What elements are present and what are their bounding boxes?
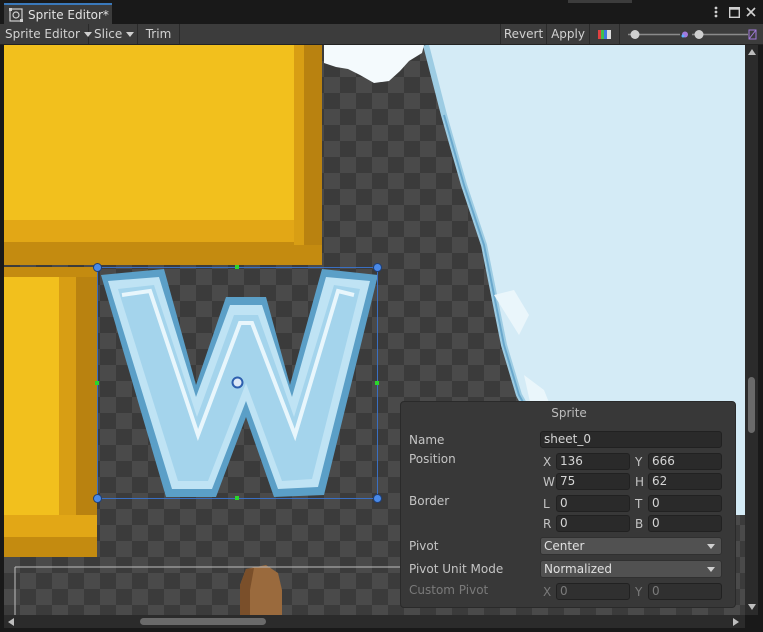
sprite-editor-icon	[9, 7, 23, 22]
slice-dropdown[interactable]: Slice	[89, 24, 138, 44]
resize-handle-bottom-left	[93, 494, 102, 503]
custom-pivot-y-field: 0	[648, 583, 722, 600]
revert-label: Revert	[503, 27, 544, 41]
revert-button[interactable]: Revert	[500, 24, 547, 44]
horizontal-scrollbar[interactable]	[4, 615, 745, 628]
h-label: H	[635, 475, 645, 489]
chevron-down-icon	[707, 567, 715, 572]
position-y-field[interactable]: 666	[648, 453, 722, 470]
position-label: Position	[409, 452, 456, 466]
t-label: T	[635, 497, 643, 511]
r-label: R	[543, 517, 552, 531]
mip-level-high-icon	[748, 29, 757, 40]
name-label: Name	[409, 433, 445, 447]
w-label: W	[543, 475, 555, 489]
maximize-icon[interactable]	[726, 4, 742, 20]
custom-pivot-x-label: X	[543, 585, 552, 599]
vertical-scrollbar[interactable]	[745, 45, 758, 615]
close-icon[interactable]	[743, 4, 759, 20]
sprite-editor-mode-label: Sprite Editor	[5, 27, 80, 41]
gold-block-top	[4, 45, 322, 265]
border-left-field[interactable]: 0	[556, 495, 630, 512]
tab-strip-divider	[568, 0, 632, 3]
vertical-scroll-thumb[interactable]	[748, 377, 755, 433]
x-label: X	[543, 455, 552, 469]
sprite-editor-mode-dropdown[interactable]: Sprite Editor	[0, 24, 92, 44]
pivot-handle	[231, 376, 244, 389]
b-label: B	[635, 517, 644, 531]
chevron-down-icon	[707, 544, 715, 549]
pivot-value: Center	[544, 539, 585, 553]
scroll-down-icon[interactable]	[748, 604, 756, 610]
scroll-up-icon[interactable]	[748, 49, 756, 55]
more-options-icon[interactable]	[708, 4, 724, 20]
color-channel-icon	[598, 29, 611, 39]
width-field[interactable]: 75	[556, 473, 630, 490]
trim-button[interactable]: Trim	[138, 24, 180, 44]
y-label: Y	[635, 455, 643, 469]
border-handle-right	[375, 381, 379, 385]
scroll-left-icon[interactable]	[8, 618, 14, 626]
resize-handle-top-right	[373, 263, 382, 272]
sprite-inspector-panel: Sprite Name sheet_0 Position X 136 Y 666…	[400, 401, 736, 608]
snow-cap	[324, 45, 424, 83]
scroll-right-icon[interactable]	[733, 618, 739, 626]
panel-title: Sprite	[551, 406, 587, 420]
sprite-editor-toolbar: Sprite Editor Slice Trim Revert Apply	[0, 24, 763, 45]
position-x-field[interactable]: 136	[556, 453, 630, 470]
border-bottom-field[interactable]: 0	[648, 515, 722, 532]
chevron-down-icon	[126, 31, 135, 37]
custom-pivot-label: Custom Pivot	[409, 583, 489, 597]
height-field[interactable]: 62	[648, 473, 722, 490]
window-tab-bar: Sprite Editor*	[0, 0, 763, 24]
gold-block-bottom	[4, 267, 97, 557]
border-handle-top	[235, 265, 239, 269]
l-label: L	[543, 497, 550, 511]
slice-label: Slice	[94, 27, 123, 41]
mip-level-icon	[681, 31, 688, 38]
pivot-unit-mode-dropdown[interactable]: Normalized	[540, 560, 722, 578]
wood-post	[240, 565, 282, 615]
pivot-label: Pivot	[409, 539, 439, 553]
border-handle-left	[95, 381, 99, 385]
custom-pivot-x-field: 0	[556, 583, 630, 600]
resize-handle-top-left	[93, 263, 102, 272]
border-label: Border	[409, 494, 450, 508]
pivot-unit-mode-label: Pivot Unit Mode	[409, 562, 504, 576]
zoom-slider[interactable]	[624, 27, 760, 42]
color-channel-toggle[interactable]	[590, 24, 620, 44]
border-top-field[interactable]: 0	[648, 495, 722, 512]
apply-button[interactable]: Apply	[547, 24, 590, 44]
pivot-unit-mode-value: Normalized	[544, 562, 613, 576]
pivot-dropdown[interactable]: Center	[540, 537, 722, 555]
border-handle-bottom	[235, 496, 239, 500]
tab-title: Sprite Editor*	[28, 7, 109, 22]
name-field[interactable]: sheet_0	[540, 431, 722, 448]
sprite-editor-tab[interactable]: Sprite Editor*	[4, 3, 112, 24]
custom-pivot-y-label: Y	[635, 585, 643, 599]
apply-label: Apply	[551, 27, 585, 41]
resize-handle-bottom-right	[373, 494, 382, 503]
border-right-field[interactable]: 0	[556, 515, 630, 532]
horizontal-scroll-thumb[interactable]	[140, 618, 266, 625]
trim-label: Trim	[145, 27, 172, 41]
